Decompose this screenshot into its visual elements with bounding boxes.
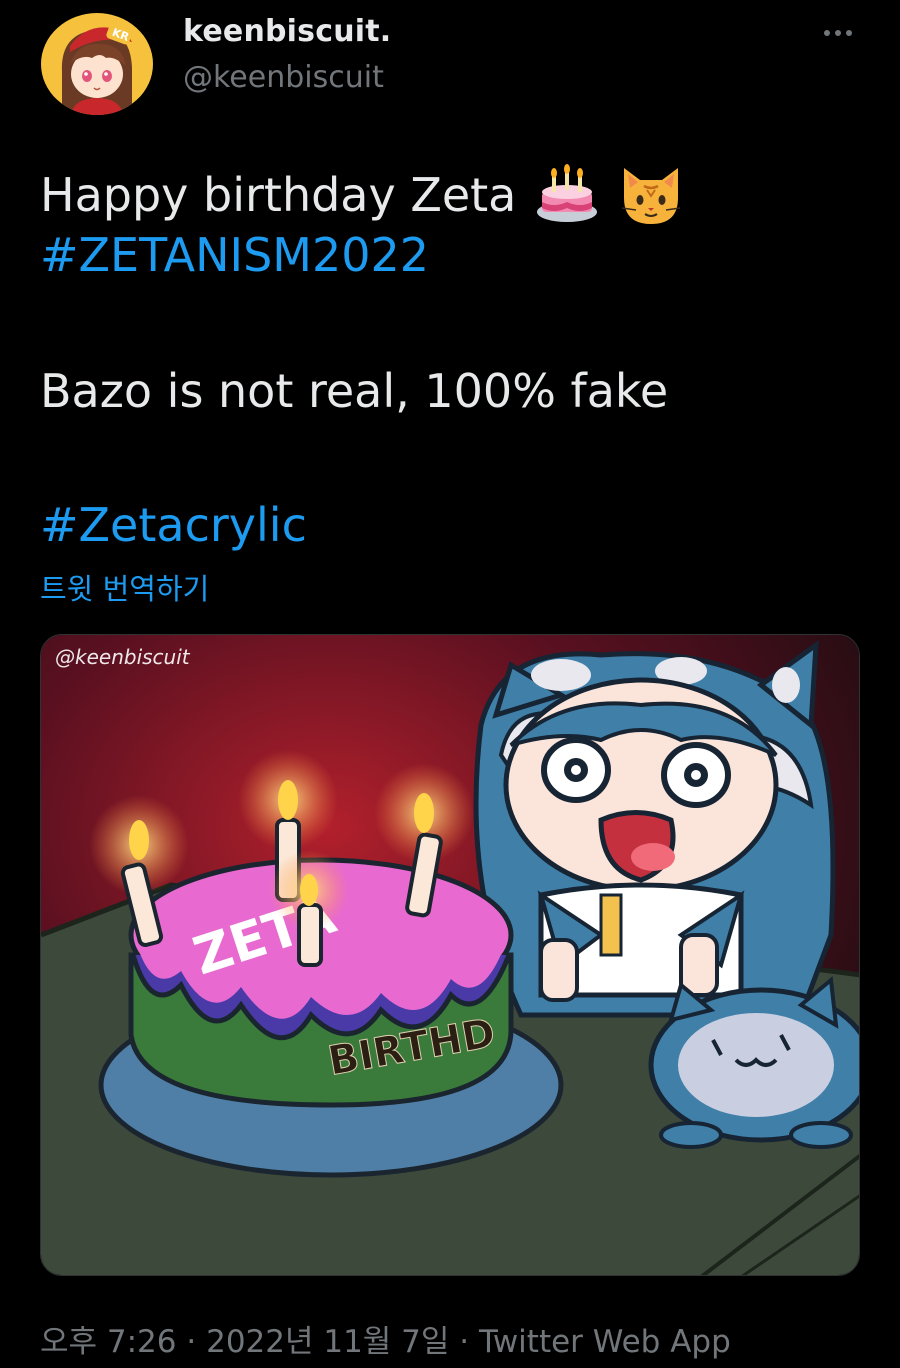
more-horizontal-icon: [824, 30, 830, 36]
avatar[interactable]: KR: [40, 12, 154, 116]
tweet: KR keenbiscuit. @keenbiscuit Happy birth…: [0, 0, 900, 1368]
tweet-source[interactable]: Twitter Web App: [479, 1324, 731, 1360]
display-name[interactable]: keenbiscuit.: [183, 14, 391, 49]
user-handle[interactable]: @keenbiscuit: [183, 60, 384, 95]
tweet-text-line: Happy birthday Zeta: [40, 162, 684, 228]
birthday-illustration: ZETA BIRTHD: [41, 635, 859, 1275]
tweet-date[interactable]: 2022년 11월 7일: [206, 1324, 449, 1360]
more-options-button[interactable]: [816, 18, 860, 48]
meta-separator: ·: [459, 1324, 470, 1360]
tweet-text: Happy birthday Zeta: [40, 168, 517, 222]
image-watermark: @keenbiscuit: [55, 645, 190, 669]
translate-tweet-link[interactable]: 트윗 번역하기: [40, 566, 209, 608]
more-horizontal-icon: [835, 30, 841, 36]
tweet-time[interactable]: 오후 7:26: [40, 1324, 177, 1360]
cat-face-icon: [622, 168, 681, 224]
hashtag-link[interactable]: #Zetacrylic: [40, 502, 307, 548]
more-horizontal-icon: [846, 30, 852, 36]
tweet-metadata: 오후 7:26 · 2022년 11월 7일 · Twitter Web App: [40, 1316, 731, 1361]
birthday-cake-icon: [537, 164, 598, 222]
tweet-text: Bazo is not real, 100% fake: [40, 364, 669, 418]
hashtag-link[interactable]: #ZETANISM2022: [40, 232, 429, 278]
meta-separator: ·: [186, 1324, 197, 1360]
tweet-image[interactable]: ZETA BIRTHD @keenbiscuit: [40, 634, 860, 1276]
